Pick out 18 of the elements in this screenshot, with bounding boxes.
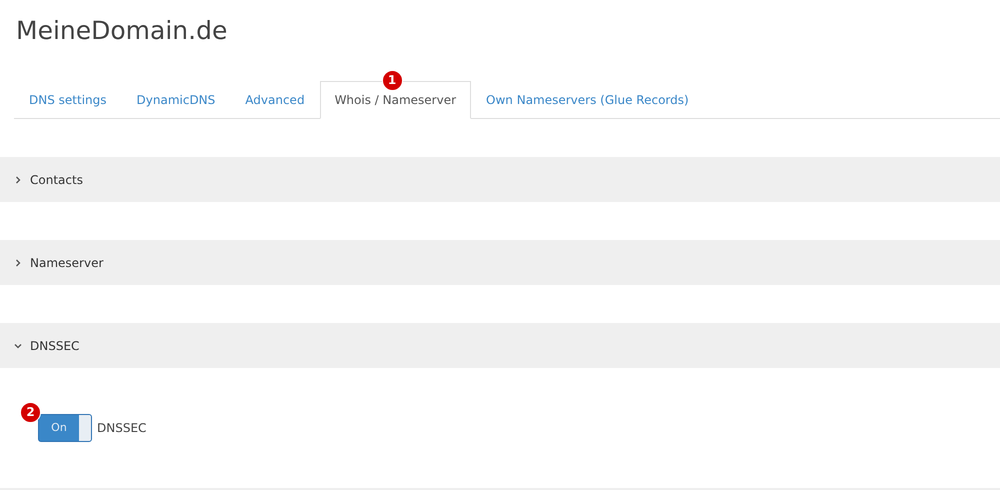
chevron-right-icon [14,176,22,184]
page-title: MeineDomain.de [16,16,228,47]
section-header[interactable]: Contacts [0,157,1000,202]
toggle-switch[interactable]: On [38,414,92,442]
chevron-down-icon [14,342,22,350]
section-title: DNSSEC [30,338,80,352]
tab[interactable]: Own Nameservers (Glue Records) [471,81,704,119]
section-title: Contacts [30,172,83,186]
chevron-right-icon [14,258,22,266]
section-title: Nameserver [30,256,104,270]
tab[interactable]: DynamicDNS [122,81,230,119]
step-marker: 2 [20,402,41,423]
step-marker: 1 [382,70,403,91]
tab[interactable]: Advanced [230,81,320,119]
tab[interactable]: DNS settings [14,81,122,119]
section-header[interactable]: Nameserver [0,240,1000,285]
section-header[interactable]: DNSSEC [0,323,1000,368]
toggle-label: DNSSEC [97,421,146,435]
